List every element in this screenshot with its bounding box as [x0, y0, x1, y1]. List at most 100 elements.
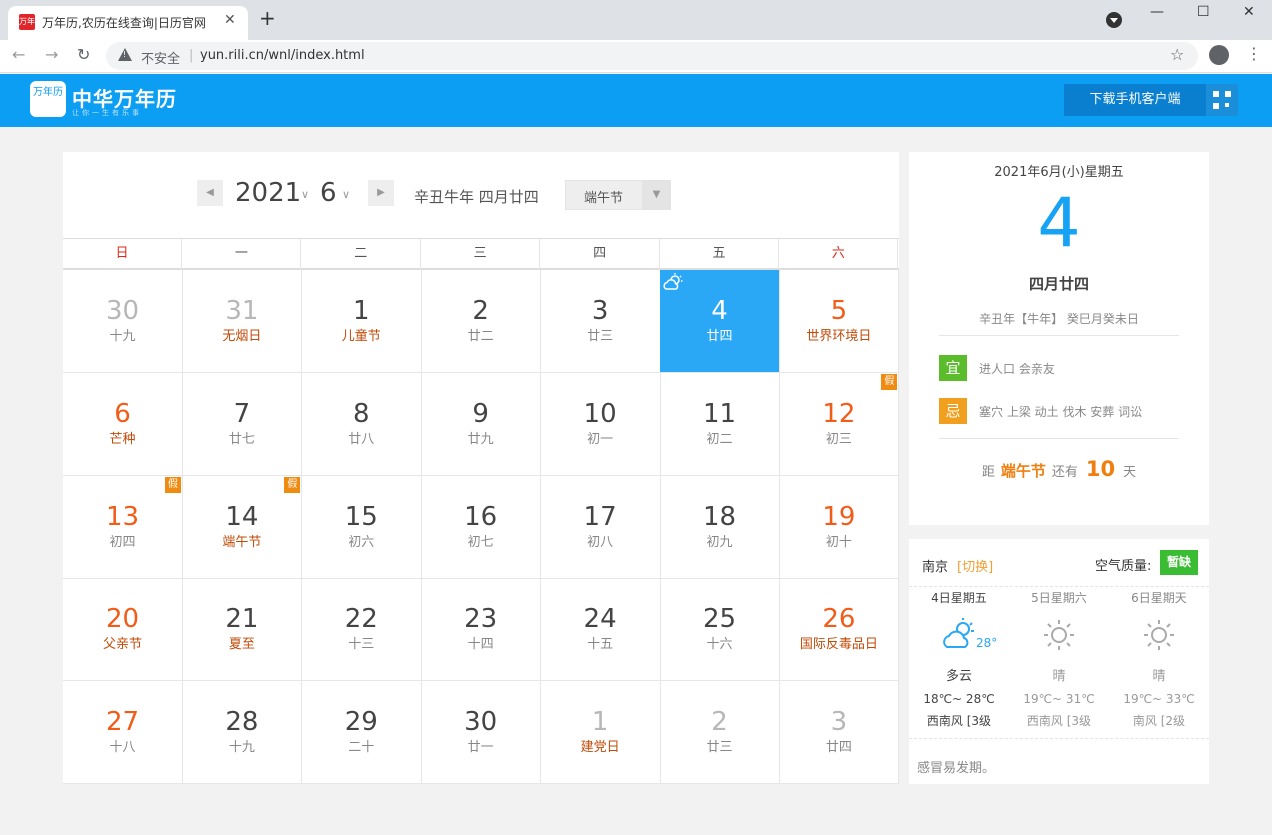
- close-tab-icon[interactable]: ✕: [224, 12, 236, 28]
- forward-icon[interactable]: →: [45, 45, 58, 64]
- day-lunar-label: 儿童节: [341, 329, 381, 344]
- day-lunar-label: 廿七: [228, 431, 255, 447]
- divider: [909, 586, 1209, 587]
- calendar-day-cell[interactable]: 21 夏至: [182, 578, 303, 682]
- lunar-date-header: 辛丑牛年 四月廿四: [414, 188, 539, 206]
- calendar-day-cell[interactable]: 7 廿七: [182, 372, 303, 476]
- calendar-day-cell[interactable]: 6 芒种: [63, 372, 183, 476]
- logo-icon[interactable]: 万年历: [30, 81, 66, 117]
- calendar-day-cell[interactable]: 1 建党日: [540, 681, 661, 785]
- calendar-day-cell[interactable]: 30 廿一: [421, 681, 542, 785]
- day-lunar-label: 初九: [706, 534, 733, 550]
- weather-wind: 西南风 [3级: [926, 714, 992, 728]
- day-number: 10: [583, 398, 617, 429]
- calendar-day-cell[interactable]: 5 世界环境日: [779, 270, 900, 373]
- browser-tab[interactable]: 万年 万年历,农历在线查询|日历官网 ✕: [8, 6, 248, 40]
- festival-select-value: 端午节: [584, 191, 624, 206]
- tab-search-icon[interactable]: [1106, 12, 1122, 28]
- calendar-day-cell[interactable]: 3 廿四: [779, 681, 900, 785]
- tab-title: 万年历,农历在线查询|日历官网: [42, 16, 206, 30]
- weather-day-1: 4日星期五 28° 多云 18℃~ 28℃ 西南风 [3级: [909, 589, 1009, 729]
- day-lunar-label: 初一: [587, 431, 614, 447]
- day-number: 24: [583, 604, 617, 635]
- calendar-day-cell[interactable]: 30 十九: [63, 270, 183, 373]
- calendar-day-cell[interactable]: 1 儿童节: [301, 270, 422, 373]
- day-lunar-label: 国际反毒品日: [799, 637, 878, 653]
- calendar-day-cell[interactable]: 17 初八: [540, 475, 661, 579]
- year-chevron-down-icon[interactable]: ∨: [301, 188, 309, 201]
- sunny-icon: [1139, 615, 1179, 655]
- weekday-label: 日: [63, 239, 182, 269]
- address-bar[interactable]: 不安全 | yun.rili.cn/wnl/index.html ☆: [106, 42, 1198, 70]
- calendar-day-cell[interactable]: 22 十三: [301, 578, 422, 682]
- maximize-icon[interactable]: ☐: [1197, 4, 1210, 20]
- festival-select[interactable]: 端午节 ▼: [565, 180, 671, 210]
- bookmark-star-icon[interactable]: ☆: [1170, 45, 1184, 64]
- calendar-day-cell[interactable]: 27 十八: [63, 681, 183, 785]
- calendar-day-cell[interactable]: 18 初九: [660, 475, 780, 579]
- calendar-day-cell[interactable]: 25 十六: [660, 578, 780, 682]
- calendar-day-cell[interactable]: 8 廿八: [301, 372, 422, 476]
- new-tab-icon[interactable]: +: [259, 8, 276, 28]
- day-lunar-label: 廿四: [825, 740, 852, 756]
- back-icon[interactable]: ←: [12, 45, 25, 64]
- health-tip: 感冒易发期。: [917, 761, 996, 776]
- reload-icon[interactable]: ↻: [77, 45, 90, 64]
- next-month-button[interactable]: ▶: [368, 180, 394, 206]
- dropdown-arrow-icon[interactable]: ▼: [642, 181, 671, 209]
- countdown-festival[interactable]: 端午节: [1001, 462, 1046, 480]
- calendar-day-cell[interactable]: 9 廿九: [421, 372, 542, 476]
- day-number: 26: [822, 604, 856, 635]
- browser-toolbar: ← → ↻ 不安全 | yun.rili.cn/wnl/index.html ☆: [0, 40, 1272, 73]
- calendar-day-cell[interactable]: 29 二十: [301, 681, 422, 785]
- calendar-day-cell[interactable]: 20 父亲节: [63, 578, 183, 682]
- weather-day-3: 6日星期天 晴 19℃~ 33℃ 南风 [2级: [1109, 589, 1209, 729]
- calendar-day-cell[interactable]: 31 无烟日: [182, 270, 303, 373]
- weather-temp-range: 18℃~ 28℃: [923, 692, 995, 706]
- browser-menu-icon[interactable]: ⋮: [1246, 44, 1262, 63]
- calendar-day-cell[interactable]: 23 十四: [421, 578, 542, 682]
- day-number: 27: [105, 707, 140, 738]
- calendar-day-cell[interactable]: 16 初七: [421, 475, 542, 579]
- minimize-icon[interactable]: —: [1150, 4, 1164, 20]
- countdown-mid: 还有: [1051, 465, 1078, 480]
- month-select[interactable]: 6: [320, 178, 337, 208]
- calendar-day-cell[interactable]: 11 初二: [660, 372, 780, 476]
- day-number: 22: [344, 604, 378, 635]
- calendar-day-cell[interactable]: 26 国际反毒品日: [779, 578, 900, 682]
- calendar-day-cell[interactable]: 14 端午节 假: [182, 475, 303, 579]
- qrcode-icon[interactable]: [1206, 84, 1238, 116]
- calendar-day-cell[interactable]: 3 廿三: [540, 270, 661, 373]
- calendar-day-cell[interactable]: 2 廿三: [660, 681, 780, 785]
- calendar-day-cell[interactable]: 10 初一: [540, 372, 661, 476]
- calendar-day-cell[interactable]: 2 廿二: [421, 270, 542, 373]
- weather-wind: 南风 [2级: [1132, 714, 1186, 728]
- day-lunar-label: 廿四: [706, 329, 733, 344]
- prev-month-button[interactable]: ◀: [197, 180, 223, 206]
- calendar-day-cell[interactable]: 24 十五: [540, 578, 661, 682]
- calendar-day-cell[interactable]: 15 初六: [301, 475, 422, 579]
- day-lunar-label: 十九: [109, 329, 136, 344]
- warning-icon: [118, 48, 132, 61]
- year-select[interactable]: 2021: [235, 178, 301, 208]
- profile-avatar-icon[interactable]: [1209, 45, 1229, 65]
- day-lunar-label: 十六: [706, 637, 733, 653]
- window-close-icon[interactable]: ✕: [1243, 4, 1255, 20]
- day-number: 12: [822, 398, 856, 429]
- calendar-day-cell[interactable]: 28 十九: [182, 681, 303, 785]
- day-number: 1: [353, 296, 370, 326]
- weather-condition: 多云: [945, 669, 972, 684]
- calendar-day-cell[interactable]: 13 初四 假: [63, 475, 183, 579]
- weekday-label: 四: [541, 239, 660, 269]
- day-lunar-label: 父亲节: [102, 637, 142, 653]
- day-number: 4: [711, 296, 728, 326]
- url-text[interactable]: yun.rili.cn/wnl/index.html: [200, 48, 365, 63]
- month-chevron-down-icon[interactable]: ∨: [342, 188, 350, 201]
- current-temp: 28°: [976, 636, 998, 650]
- day-lunar-label: 初八: [587, 534, 614, 550]
- calendar-day-cell[interactable]: 4 廿四: [660, 270, 780, 373]
- calendar-day-cell[interactable]: 19 初十: [779, 475, 900, 579]
- calendar-day-cell[interactable]: 12 初三 假: [779, 372, 900, 476]
- switch-city-link[interactable]: [切换]: [957, 556, 993, 575]
- download-app-button[interactable]: 下载手机客户端: [1064, 84, 1206, 116]
